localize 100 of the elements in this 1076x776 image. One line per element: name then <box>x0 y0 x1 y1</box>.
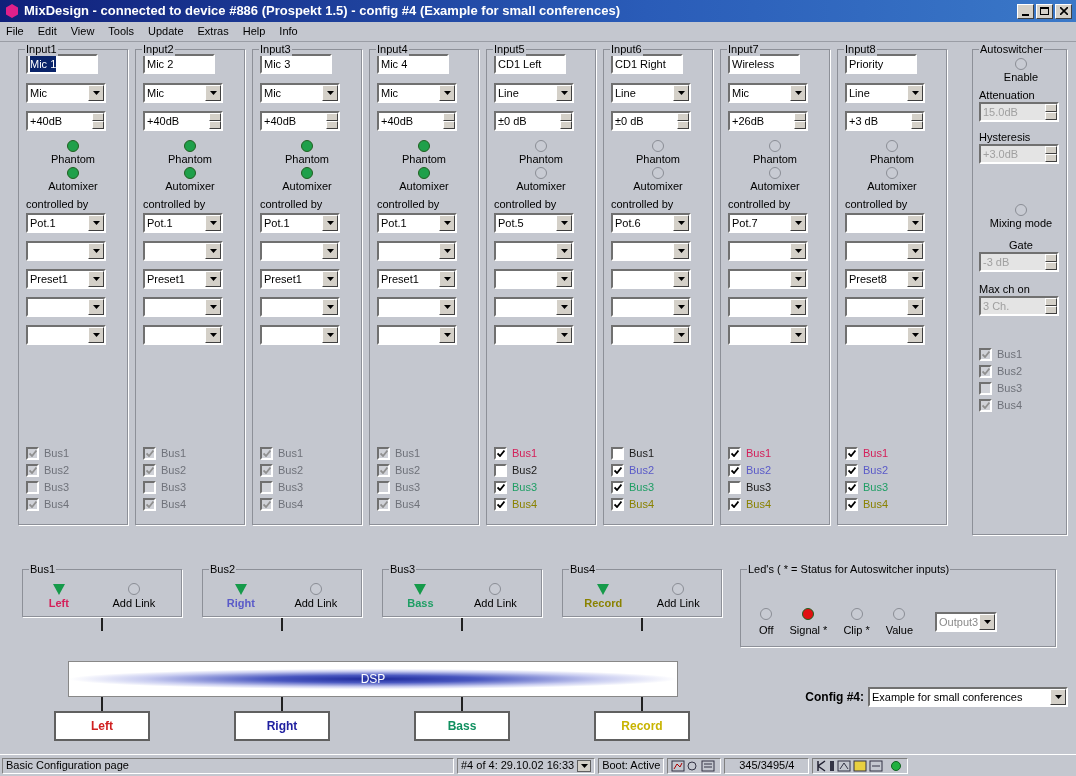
menu-item[interactable]: Help <box>242 23 266 40</box>
name-field[interactable]: Mic 3 <box>260 54 332 74</box>
caret-icon[interactable] <box>205 271 221 287</box>
dropdown[interactable]: Mic <box>260 83 340 103</box>
checkbox[interactable] <box>611 464 624 477</box>
dropdown[interactable] <box>494 269 574 289</box>
close-button[interactable] <box>1055 3 1072 19</box>
checkbox[interactable] <box>728 464 741 477</box>
dropdown[interactable]: Pot.1 <box>260 213 340 233</box>
dropdown[interactable] <box>845 297 925 317</box>
dropdown[interactable] <box>845 213 925 233</box>
spinner-arrows-icon[interactable] <box>209 113 221 129</box>
dropdown[interactable] <box>143 325 223 345</box>
dropdown[interactable] <box>377 241 457 261</box>
dropdown[interactable] <box>260 325 340 345</box>
toolbar-icons[interactable] <box>812 757 909 774</box>
caret-icon[interactable] <box>556 85 572 101</box>
add-link-label[interactable]: Add Link <box>656 594 700 611</box>
checkbox[interactable] <box>979 348 992 361</box>
name-field[interactable]: Wireless <box>728 54 800 74</box>
spinner-arrows-icon[interactable] <box>677 113 689 129</box>
dropdown[interactable] <box>728 241 808 261</box>
spinner-arrows-icon[interactable] <box>326 113 338 129</box>
checkbox[interactable] <box>728 498 741 511</box>
add-link-label[interactable]: Add Link <box>294 594 338 611</box>
caret-icon[interactable] <box>322 271 338 287</box>
spin-field[interactable]: ±0 dB <box>611 111 691 131</box>
dropdown[interactable] <box>728 269 808 289</box>
caret-icon[interactable] <box>88 215 104 231</box>
caret-icon[interactable] <box>673 85 689 101</box>
dropdown[interactable]: Preset8 <box>845 269 925 289</box>
caret-icon[interactable] <box>556 271 572 287</box>
dropdown[interactable] <box>728 325 808 345</box>
caret-icon[interactable] <box>790 327 806 343</box>
caret-icon[interactable] <box>322 327 338 343</box>
led-option-label[interactable]: Value <box>885 621 914 638</box>
caret-icon[interactable] <box>907 271 923 287</box>
dropdown[interactable]: Line <box>845 83 925 103</box>
caret-icon[interactable] <box>907 215 923 231</box>
menu-item[interactable]: Extras <box>197 23 229 40</box>
name-field[interactable]: CD1 Right <box>611 54 683 74</box>
output-box[interactable]: Left <box>54 711 150 741</box>
spin-field[interactable]: +26dB <box>728 111 808 131</box>
caret-icon[interactable] <box>322 299 338 315</box>
caret-icon[interactable] <box>205 299 221 315</box>
spinner-arrows-icon[interactable] <box>560 113 572 129</box>
dropdown[interactable] <box>26 325 106 345</box>
dropdown[interactable] <box>494 325 574 345</box>
caret-icon[interactable] <box>439 243 455 259</box>
caret-icon[interactable] <box>322 215 338 231</box>
dropdown[interactable] <box>611 241 691 261</box>
checkbox[interactable] <box>611 481 624 494</box>
spinner-arrows-icon[interactable] <box>1045 146 1057 162</box>
dropdown[interactable]: Pot.6 <box>611 213 691 233</box>
dropdown[interactable]: Pot.1 <box>26 213 106 233</box>
caret-icon[interactable] <box>205 215 221 231</box>
caret-icon[interactable] <box>979 614 996 630</box>
led-option-label[interactable]: Off <box>759 621 774 638</box>
caret-icon[interactable] <box>556 299 572 315</box>
spin-field[interactable]: +40dB <box>260 111 340 131</box>
dropdown[interactable]: Line <box>494 83 574 103</box>
caret-icon[interactable] <box>322 243 338 259</box>
caret-icon[interactable] <box>439 215 455 231</box>
checkbox[interactable] <box>979 365 992 378</box>
maximize-button[interactable] <box>1036 3 1053 19</box>
caret-icon[interactable] <box>88 327 104 343</box>
spin-field[interactable]: +40dB <box>377 111 457 131</box>
caret-icon[interactable] <box>907 299 923 315</box>
dropdown[interactable]: Preset1 <box>377 269 457 289</box>
checkbox[interactable] <box>845 481 858 494</box>
output-box[interactable]: Bass <box>414 711 510 741</box>
checkbox[interactable] <box>494 464 507 477</box>
dropdown[interactable] <box>611 269 691 289</box>
dropdown[interactable]: Line <box>611 83 691 103</box>
dropdown[interactable]: Mic <box>728 83 808 103</box>
menu-item[interactable]: Info <box>279 23 298 40</box>
caret-icon[interactable] <box>205 327 221 343</box>
dropdown[interactable] <box>611 297 691 317</box>
caret-icon[interactable] <box>790 85 806 101</box>
led-option-label[interactable]: Signal * <box>789 621 828 638</box>
spinner-arrows-icon[interactable] <box>92 113 104 129</box>
minimize-button[interactable] <box>1017 3 1034 19</box>
dropdown[interactable] <box>260 241 340 261</box>
dropdown[interactable] <box>611 325 691 345</box>
menu-item[interactable]: Tools <box>108 23 135 40</box>
caret-icon[interactable] <box>673 299 689 315</box>
spinner-arrows-icon[interactable] <box>794 113 806 129</box>
caret-icon[interactable] <box>88 243 104 259</box>
spin-field[interactable]: +40dB <box>26 111 106 131</box>
caret-icon[interactable] <box>322 85 338 101</box>
output-box[interactable]: Right <box>234 711 330 741</box>
dropdown[interactable] <box>143 297 223 317</box>
caret-icon[interactable] <box>88 271 104 287</box>
dropdown[interactable]: Mic <box>26 83 106 103</box>
add-link-label[interactable]: Add Link <box>473 594 517 611</box>
checkbox[interactable] <box>728 481 741 494</box>
menu-item[interactable]: File <box>6 23 24 40</box>
dropdown[interactable] <box>260 297 340 317</box>
dropdown[interactable]: Output3 <box>935 612 998 632</box>
dropdown[interactable]: Pot.1 <box>377 213 457 233</box>
